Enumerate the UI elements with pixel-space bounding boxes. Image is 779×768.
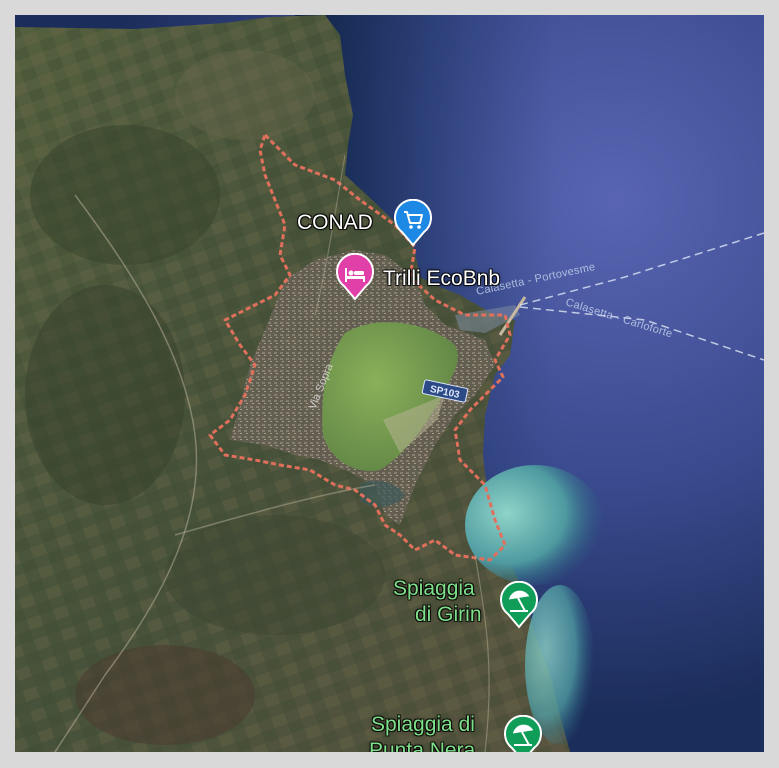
beach-umbrella-icon[interactable] (499, 581, 539, 629)
vegetation-patch (165, 515, 385, 635)
dry-field (175, 50, 315, 140)
shallow-water (465, 465, 605, 585)
vegetation-patch (75, 645, 255, 745)
vegetation-patch (25, 285, 185, 505)
marker-trilli-ecobnb[interactable]: Trilli EcoBnb (335, 253, 535, 305)
bed-icon[interactable] (335, 253, 375, 301)
map-frame[interactable]: Calasetta - Portovesme Calasetta - Carlo… (15, 15, 764, 752)
marker-spiaggia-di-girin[interactable]: Spiaggia di Girin (385, 575, 545, 639)
marker-girin-label-line1: Spiaggia (393, 577, 475, 600)
satellite-map[interactable]: Calasetta - Portovesme Calasetta - Carlo… (15, 15, 764, 752)
beach-umbrella-icon[interactable] (503, 715, 543, 752)
marker-spiaggia-di-punta-nera[interactable]: Spiaggia di Punta Nera (365, 711, 555, 752)
marker-girin-label-line2: di Girin (415, 603, 482, 626)
vegetation-patch (30, 125, 220, 265)
shopping-cart-icon[interactable] (393, 199, 433, 247)
marker-conad[interactable]: CONAD (297, 199, 437, 249)
marker-conad-label: CONAD (297, 211, 373, 234)
marker-punta-label-line2: Punta Nera (369, 739, 476, 752)
marker-trilli-label: Trilli EcoBnb (383, 267, 501, 290)
marker-punta-label-line1: Spiaggia di (371, 713, 475, 736)
